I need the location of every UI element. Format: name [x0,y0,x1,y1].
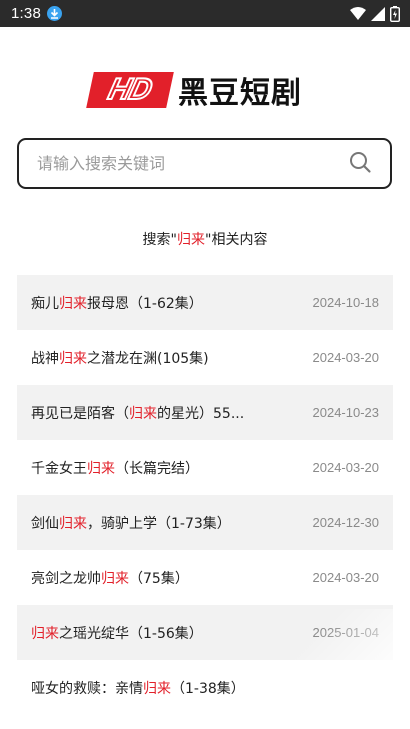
result-keyword: 归来 [129,405,157,422]
result-row[interactable]: 痴儿归来报母恩（1-62集） 2024-10-18 [17,275,393,330]
result-date: 2025-01-04 [312,625,380,640]
wifi-icon [350,7,366,20]
result-row[interactable]: 再见已是陌客（归来的星光）55... 2024-10-23 [17,385,393,440]
status-icons [350,5,400,22]
result-title: 哑女的救赎：亲情归来（1-38集） [31,680,245,697]
result-row[interactable]: 剑仙归来，骑驴上学（1-73集） 2024-12-30 [17,495,393,550]
result-title: 再见已是陌客（归来的星光）55... [31,405,245,422]
results-heading: 搜索"归来"相关内容 [142,232,268,248]
status-bar: 1:38 [0,0,410,27]
result-date: 2024-03-20 [312,350,380,365]
logo-name: 黑豆短剧 [178,76,302,111]
signal-icon [371,6,385,21]
result-title: 亮剑之龙帅归来（75集） [31,570,189,587]
result-date: 2024-03-20 [312,460,380,475]
result-row[interactable]: 亮剑之龙帅归来（75集） 2024-03-20 [17,550,393,605]
result-keyword: 归来 [87,460,115,477]
logo-hd-badge: HD [86,72,174,108]
result-date: 2024-10-23 [312,405,380,420]
result-title: 剑仙归来，骑驴上学（1-73集） [31,515,231,532]
result-date: 2024-12-30 [312,515,380,530]
result-keyword: 归来 [59,295,87,312]
battery-icon [390,5,400,22]
search-bar[interactable] [17,138,392,189]
result-title: 战神归来之潜龙在渊(105集) [31,350,209,367]
result-date: 2024-03-20 [312,570,380,585]
result-keyword: 归来 [59,515,87,532]
status-time: 1:38 [11,5,41,22]
result-keyword: 归来 [31,625,59,642]
result-title: 归来之瑶光绽华（1-56集） [31,625,203,642]
search-icon[interactable] [348,150,372,178]
download-icon [47,6,62,21]
search-input[interactable] [37,154,348,173]
result-title: 千金女王归来（长篇完结） [31,460,199,477]
result-row[interactable]: 千金女王归来（长篇完结） 2024-03-20 [17,440,393,495]
result-date: 2024-10-18 [312,295,380,310]
result-keyword: 归来 [143,680,171,697]
result-keyword: 归来 [101,570,129,587]
result-row[interactable]: 战神归来之潜龙在渊(105集) 2024-03-20 [17,330,393,385]
result-row[interactable]: 归来之瑶光绽华（1-56集） 2025-01-04 [17,605,393,660]
result-keyword: 归来 [59,350,87,367]
result-title: 痴儿归来报母恩（1-62集） [31,295,203,312]
app-logo: HD 黑豆短剧 [86,72,302,111]
results-list: 痴儿归来报母恩（1-62集） 2024-10-18 战神归来之潜龙在渊(105集) 2… [17,275,393,715]
result-row[interactable]: 哑女的救赎：亲情归来（1-38集） [17,660,393,715]
results-keyword: 归来 [177,232,205,248]
